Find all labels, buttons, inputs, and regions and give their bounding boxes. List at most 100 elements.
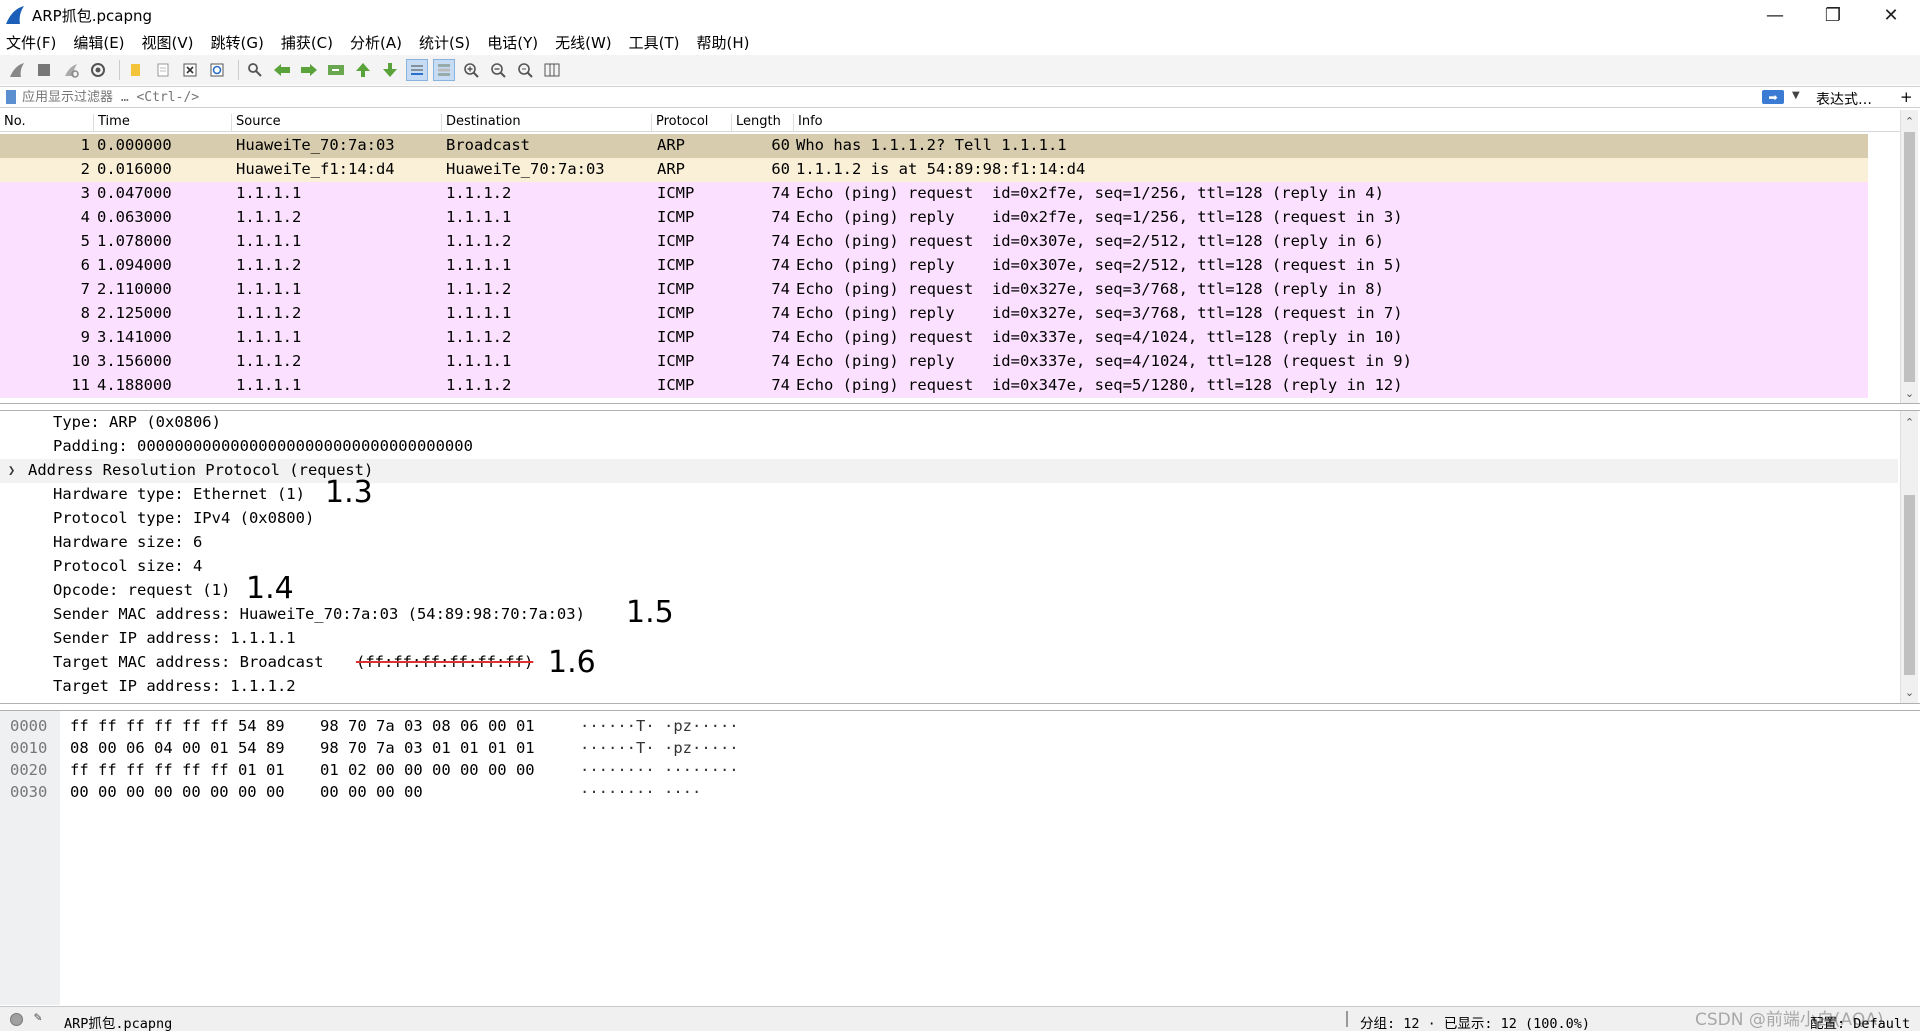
colorize-icon[interactable] bbox=[433, 59, 455, 81]
close-button[interactable]: ✕ bbox=[1862, 0, 1920, 30]
apply-filter-arrow-icon[interactable]: ➡ bbox=[1762, 90, 1784, 104]
minimize-button[interactable]: — bbox=[1746, 0, 1804, 30]
packet-cell-len: 74 bbox=[771, 184, 790, 202]
menu-view[interactable]: 视图(V) bbox=[142, 32, 194, 53]
filter-bookmark-icon[interactable] bbox=[6, 90, 16, 104]
packet-row[interactable]: 3 0.047000 1.1.1.1 1.1.1.2 ICMP 74 Echo (ping)… bbox=[0, 182, 1868, 206]
scroll-thumb[interactable] bbox=[1904, 495, 1915, 675]
packet-row[interactable]: 8 2.125000 1.1.1.2 1.1.1.1 ICMP 74 Echo (ping)… bbox=[0, 302, 1868, 326]
go-to-packet-icon[interactable] bbox=[325, 59, 347, 81]
detail-line[interactable]: Type: ARP (0x0806) bbox=[0, 411, 1898, 435]
bytes-hex1: 08 00 06 04 00 01 54 89 bbox=[70, 739, 285, 757]
column-header-info[interactable]: Info bbox=[794, 114, 1868, 132]
column-header-length[interactable]: Length bbox=[732, 114, 794, 132]
menu-edit[interactable]: 编辑(E) bbox=[73, 32, 124, 53]
detail-line[interactable]: Target MAC address: Broadcast (ff:ff:ff:… bbox=[0, 651, 1898, 675]
status-packet-counts: 分组: 12 · 已显示: 12 (100.0%) bbox=[1360, 1016, 1591, 1031]
packet-row[interactable]: 1 0.000000 HuaweiTe_70:7a:03 Broadcast ARP 60… bbox=[0, 134, 1868, 158]
zoom-normal-icon[interactable] bbox=[514, 59, 536, 81]
zoom-out-icon[interactable] bbox=[487, 59, 509, 81]
packet-cell-time: 3.141000 bbox=[97, 328, 172, 346]
packet-cell-dst: 1.1.1.2 bbox=[446, 232, 512, 250]
detail-line[interactable]: Hardware type: Ethernet (1) bbox=[0, 483, 1898, 507]
restore-button[interactable]: ❐ bbox=[1804, 0, 1862, 30]
column-header-source[interactable]: Source bbox=[232, 114, 442, 132]
detail-line[interactable]: Hardware size: 6 bbox=[0, 531, 1898, 555]
shark-fin-start-icon[interactable] bbox=[6, 59, 28, 81]
scroll-down-icon[interactable]: ⌄ bbox=[1901, 683, 1918, 701]
packet-cell-len: 60 bbox=[771, 160, 790, 178]
reload-icon[interactable] bbox=[206, 59, 228, 81]
menu-file[interactable]: 文件(F) bbox=[6, 32, 56, 53]
find-icon[interactable] bbox=[244, 59, 266, 81]
packet-row[interactable]: 6 1.094000 1.1.1.2 1.1.1.1 ICMP 74 Echo (ping)… bbox=[0, 254, 1868, 278]
status-profile[interactable]: 配置: Default bbox=[1810, 1012, 1910, 1031]
go-first-icon[interactable] bbox=[352, 59, 374, 81]
packet-row[interactable]: 10 3.156000 1.1.1.2 1.1.1.1 ICMP 74 Echo (ping… bbox=[0, 350, 1868, 374]
detail-line[interactable]: Padding: 0000000000000000000000000000000… bbox=[0, 435, 1898, 459]
packet-row[interactable]: 4 0.063000 1.1.1.2 1.1.1.1 ICMP 74 Echo (ping)… bbox=[0, 206, 1868, 230]
bytes-asc: ········ ········ bbox=[580, 761, 739, 779]
packet-list-scrollbar[interactable]: ⌃ ⌄ bbox=[1900, 110, 1918, 403]
menu-telephony[interactable]: 电话(Y) bbox=[487, 32, 538, 53]
detail-line[interactable]: Protocol type: IPv4 (0x0800) bbox=[0, 507, 1898, 531]
go-forward-icon[interactable] bbox=[298, 59, 320, 81]
column-header-time[interactable]: Time bbox=[94, 114, 232, 132]
packet-cell-time: 3.156000 bbox=[97, 352, 172, 370]
open-folder-icon[interactable] bbox=[125, 59, 147, 81]
bytes-hex2: 00 00 00 00 bbox=[320, 783, 423, 801]
details-scrollbar[interactable]: ⌃ ⌄ bbox=[1900, 411, 1918, 703]
packet-cell-src: 1.1.1.1 bbox=[236, 184, 302, 202]
scroll-up-icon[interactable]: ⌃ bbox=[1901, 112, 1918, 130]
packet-row[interactable]: 11 4.188000 1.1.1.1 1.1.1.2 ICMP 74 Echo (ping… bbox=[0, 374, 1868, 398]
close-file-icon[interactable] bbox=[179, 59, 201, 81]
detail-tree-node-arp[interactable]: ❯ Address Resolution Protocol (request) bbox=[0, 459, 1898, 483]
expression-button[interactable]: 表达式… bbox=[1816, 89, 1872, 109]
options-gear-icon[interactable] bbox=[87, 59, 109, 81]
packet-row[interactable]: 5 1.078000 1.1.1.1 1.1.1.2 ICMP 74 Echo (ping)… bbox=[0, 230, 1868, 254]
save-file-icon[interactable] bbox=[152, 59, 174, 81]
column-header-destination[interactable]: Destination bbox=[442, 114, 652, 132]
stop-icon[interactable] bbox=[33, 59, 55, 81]
expand-chevron-icon[interactable]: ❯ bbox=[8, 463, 15, 477]
go-back-icon[interactable] bbox=[271, 59, 293, 81]
add-filter-button[interactable]: + bbox=[1900, 88, 1913, 106]
resize-columns-icon[interactable] bbox=[541, 59, 563, 81]
detail-line[interactable]: Sender MAC address: HuaweiTe_70:7a:03 (5… bbox=[0, 603, 1898, 627]
restart-icon[interactable] bbox=[60, 59, 82, 81]
packet-row[interactable]: 9 3.141000 1.1.1.1 1.1.1.2 ICMP 74 Echo (ping)… bbox=[0, 326, 1868, 350]
menu-tools[interactable]: 工具(T) bbox=[629, 32, 680, 53]
autoscroll-icon[interactable] bbox=[406, 59, 428, 81]
menu-capture[interactable]: 捕获(C) bbox=[281, 32, 333, 53]
zoom-in-icon[interactable] bbox=[460, 59, 482, 81]
title-bar: ARP抓包.pcapng — ❐ ✕ bbox=[0, 0, 1920, 30]
capture-status-icon[interactable] bbox=[10, 1013, 23, 1026]
menu-go[interactable]: 跳转(G) bbox=[211, 32, 264, 53]
packet-cell-dst: Broadcast bbox=[446, 136, 530, 154]
scroll-up-icon[interactable]: ⌃ bbox=[1901, 413, 1918, 431]
edit-comment-icon[interactable]: ✎ bbox=[34, 1010, 42, 1025]
column-header-protocol[interactable]: Protocol bbox=[652, 114, 732, 132]
detail-line[interactable]: Sender IP address: 1.1.1.1 bbox=[0, 627, 1898, 651]
packet-cell-dst: 1.1.1.1 bbox=[446, 352, 512, 370]
menu-statistics[interactable]: 统计(S) bbox=[419, 32, 470, 53]
packet-row[interactable]: 7 2.110000 1.1.1.1 1.1.1.2 ICMP 74 Echo (ping)… bbox=[0, 278, 1868, 302]
packet-cell-dst: HuaweiTe_70:7a:03 bbox=[446, 160, 605, 178]
packet-cell-no: 4 bbox=[80, 208, 90, 226]
menu-help[interactable]: 帮助(H) bbox=[697, 32, 750, 53]
display-filter-input[interactable] bbox=[22, 87, 1762, 107]
filter-dropdown-caret-icon[interactable]: ▼ bbox=[1792, 90, 1800, 101]
scroll-down-icon[interactable]: ⌄ bbox=[1901, 384, 1918, 402]
packet-cell-dst: 1.1.1.1 bbox=[446, 304, 512, 322]
packet-bytes-pane: 0000 ff ff ff ff ff ff 54 89 98 70 7a 03 0… bbox=[0, 710, 1920, 1005]
packet-cell-src: 1.1.1.1 bbox=[236, 232, 302, 250]
scroll-thumb[interactable] bbox=[1904, 132, 1915, 382]
packet-cell-info: Echo (ping) request id=0x337e, seq=4/102… bbox=[796, 328, 1403, 346]
column-header-no[interactable]: No. bbox=[0, 114, 94, 132]
go-last-icon[interactable] bbox=[379, 59, 401, 81]
menu-analyze[interactable]: 分析(A) bbox=[350, 32, 402, 53]
packet-row[interactable]: 2 0.016000 HuaweiTe_f1:14:d4 HuaweiTe_70:7a… bbox=[0, 158, 1868, 182]
packet-details-pane: Type: ARP (0x0806) Padding: 000000000000… bbox=[0, 410, 1920, 704]
detail-line[interactable]: Target IP address: 1.1.1.2 bbox=[0, 675, 1898, 699]
menu-wireless[interactable]: 无线(W) bbox=[555, 32, 612, 53]
